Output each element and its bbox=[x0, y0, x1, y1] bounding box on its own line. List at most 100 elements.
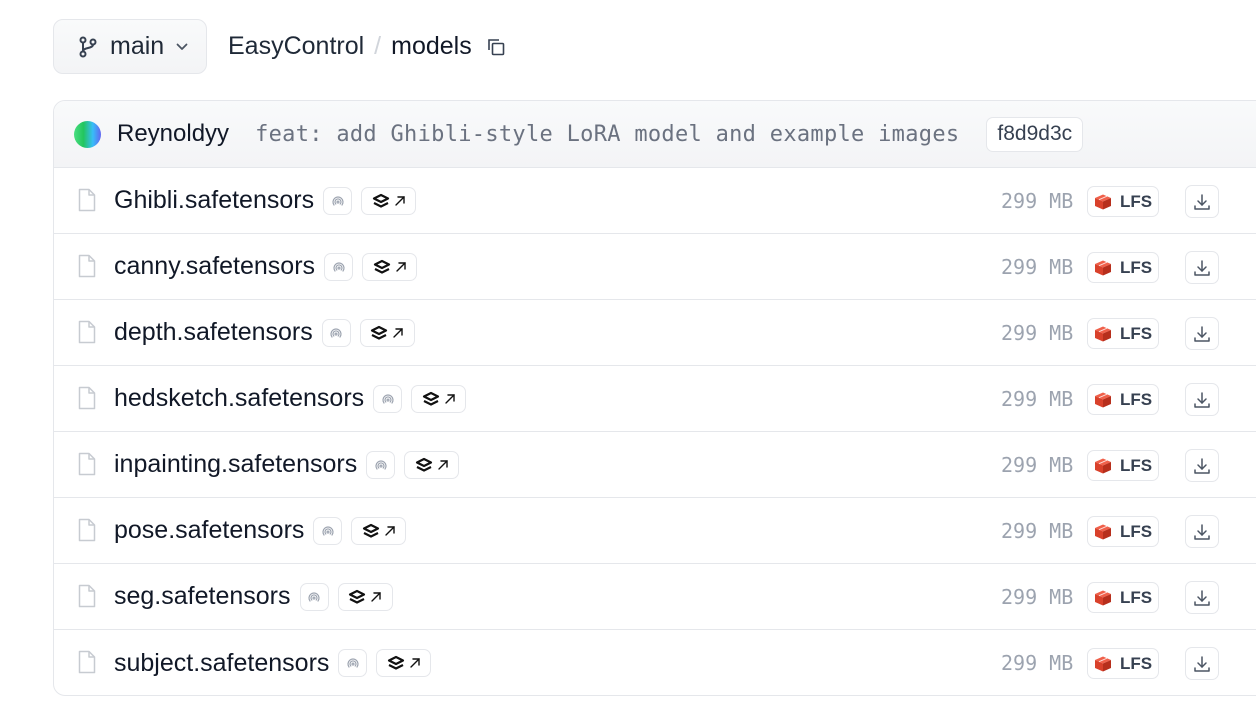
file-row: pose.safetensors 299 MB LFS bbox=[54, 498, 1256, 564]
file-size: 299 MB bbox=[1001, 254, 1074, 279]
external-link-icon bbox=[393, 327, 403, 338]
file-size: 299 MB bbox=[1001, 386, 1074, 411]
lfs-badge: LFS bbox=[1087, 384, 1159, 415]
file-icon bbox=[78, 452, 96, 481]
external-link-icon bbox=[394, 195, 405, 206]
lfs-label: LFS bbox=[1119, 455, 1153, 475]
file-size: 299 MB bbox=[1001, 651, 1074, 675]
header: main EasyControl / models bbox=[53, 19, 506, 74]
lfs-icon bbox=[1094, 392, 1111, 407]
git-branch-icon bbox=[78, 36, 98, 58]
lfs-badge: LFS bbox=[1087, 252, 1159, 283]
open-in-viewer-button[interactable] bbox=[351, 516, 407, 545]
stack-icon bbox=[372, 193, 389, 208]
external-link-icon bbox=[410, 658, 420, 668]
security-scan-icon[interactable] bbox=[366, 450, 396, 479]
lfs-label: LFS bbox=[1119, 587, 1153, 607]
lfs-badge: LFS bbox=[1087, 648, 1159, 679]
open-in-viewer-button[interactable] bbox=[411, 384, 467, 413]
file-name-link[interactable]: canny.safetensors bbox=[114, 252, 315, 281]
breadcrumb-repo[interactable]: EasyControl bbox=[228, 32, 364, 61]
lfs-badge: LFS bbox=[1087, 318, 1159, 349]
lfs-label: LFS bbox=[1119, 191, 1153, 211]
file-size: 299 MB bbox=[1001, 452, 1074, 477]
lfs-icon bbox=[1094, 458, 1111, 473]
open-in-viewer-button[interactable] bbox=[361, 186, 417, 215]
stack-icon bbox=[415, 457, 432, 472]
breadcrumb-folder: models bbox=[391, 32, 472, 60]
security-scan-icon[interactable] bbox=[338, 649, 368, 677]
file-icon bbox=[78, 650, 96, 679]
file-name-link[interactable]: subject.safetensors bbox=[114, 649, 329, 678]
open-in-viewer-button[interactable] bbox=[376, 649, 432, 677]
security-scan-icon[interactable] bbox=[324, 252, 354, 281]
download-icon[interactable] bbox=[1185, 581, 1219, 614]
security-scan-icon[interactable] bbox=[299, 582, 329, 611]
file-size: 299 MB bbox=[1001, 584, 1074, 609]
file-row: subject.safetensors 299 MB LFS bbox=[54, 630, 1256, 695]
security-scan-icon[interactable] bbox=[321, 318, 351, 347]
file-icon bbox=[78, 188, 96, 217]
lfs-badge: LFS bbox=[1087, 450, 1159, 481]
file-name-link[interactable]: inpainting.safetensors bbox=[114, 450, 357, 479]
download-icon[interactable] bbox=[1185, 185, 1219, 218]
external-link-icon bbox=[395, 261, 406, 272]
lfs-badge: LFS bbox=[1087, 186, 1159, 217]
download-icon[interactable] bbox=[1185, 383, 1219, 416]
file-size: 299 MB bbox=[1001, 320, 1074, 345]
file-row: canny.safetensors 299 MB LFS bbox=[54, 234, 1256, 300]
external-link-icon bbox=[371, 591, 381, 602]
download-icon[interactable] bbox=[1185, 647, 1219, 680]
file-name-link[interactable]: depth.safetensors bbox=[114, 318, 313, 347]
lfs-label: LFS bbox=[1119, 389, 1153, 409]
file-row: depth.safetensors 299 MB LFS bbox=[54, 300, 1256, 366]
commit-message[interactable]: feat: add Ghibli-style LoRA model and ex… bbox=[255, 122, 959, 147]
file-name-link[interactable]: pose.safetensors bbox=[114, 516, 304, 545]
copy-icon[interactable] bbox=[486, 37, 506, 57]
file-name-group: depth.safetensors bbox=[114, 318, 415, 347]
commit-author[interactable]: Reynoldyy bbox=[117, 120, 229, 148]
security-scan-icon[interactable] bbox=[373, 384, 403, 413]
download-icon[interactable] bbox=[1185, 449, 1219, 482]
file-icon bbox=[78, 386, 96, 415]
stack-icon bbox=[348, 589, 366, 604]
stack-icon bbox=[362, 523, 380, 538]
file-rows: Ghibli.safetensors 299 MB LFS canny.safe… bbox=[54, 168, 1256, 695]
open-in-viewer-button[interactable] bbox=[404, 450, 460, 479]
lfs-badge: LFS bbox=[1087, 582, 1159, 613]
open-in-viewer-button[interactable] bbox=[362, 252, 418, 281]
stack-icon bbox=[371, 325, 388, 340]
lfs-icon bbox=[1094, 260, 1111, 275]
lfs-label: LFS bbox=[1119, 323, 1153, 343]
open-in-viewer-button[interactable] bbox=[359, 318, 415, 347]
last-commit-bar: Reynoldyy feat: add Ghibli-style LoRA mo… bbox=[54, 101, 1256, 168]
lfs-icon bbox=[1094, 326, 1111, 341]
file-name-group: Ghibli.safetensors bbox=[114, 186, 417, 215]
stack-icon bbox=[387, 655, 405, 670]
file-list-panel: Reynoldyy feat: add Ghibli-style LoRA mo… bbox=[53, 100, 1256, 696]
download-icon[interactable] bbox=[1185, 317, 1219, 350]
file-row: hedsketch.safetensors 299 MB LFS bbox=[54, 366, 1256, 432]
file-name-group: seg.safetensors bbox=[114, 582, 393, 611]
stack-icon bbox=[422, 391, 439, 406]
lfs-label: LFS bbox=[1119, 521, 1153, 541]
stack-icon bbox=[373, 259, 390, 274]
file-name-link[interactable]: seg.safetensors bbox=[114, 582, 291, 611]
lfs-icon bbox=[1094, 524, 1111, 539]
file-name-link[interactable]: hedsketch.safetensors bbox=[114, 384, 364, 413]
file-icon bbox=[78, 518, 96, 547]
file-name-link[interactable]: Ghibli.safetensors bbox=[114, 186, 314, 215]
avatar[interactable] bbox=[74, 120, 101, 148]
download-icon[interactable] bbox=[1185, 515, 1219, 548]
commit-sha[interactable]: f8d9d3c bbox=[986, 116, 1084, 152]
download-icon[interactable] bbox=[1185, 251, 1219, 284]
chevron-down-icon bbox=[176, 43, 188, 51]
security-scan-icon[interactable] bbox=[313, 516, 343, 545]
lfs-icon bbox=[1094, 194, 1111, 209]
branch-selector-button[interactable]: main bbox=[53, 19, 207, 74]
branch-label: main bbox=[110, 32, 165, 60]
open-in-viewer-button[interactable] bbox=[337, 582, 393, 611]
external-link-icon bbox=[444, 393, 455, 404]
file-icon bbox=[78, 584, 96, 613]
security-scan-icon[interactable] bbox=[323, 186, 353, 215]
